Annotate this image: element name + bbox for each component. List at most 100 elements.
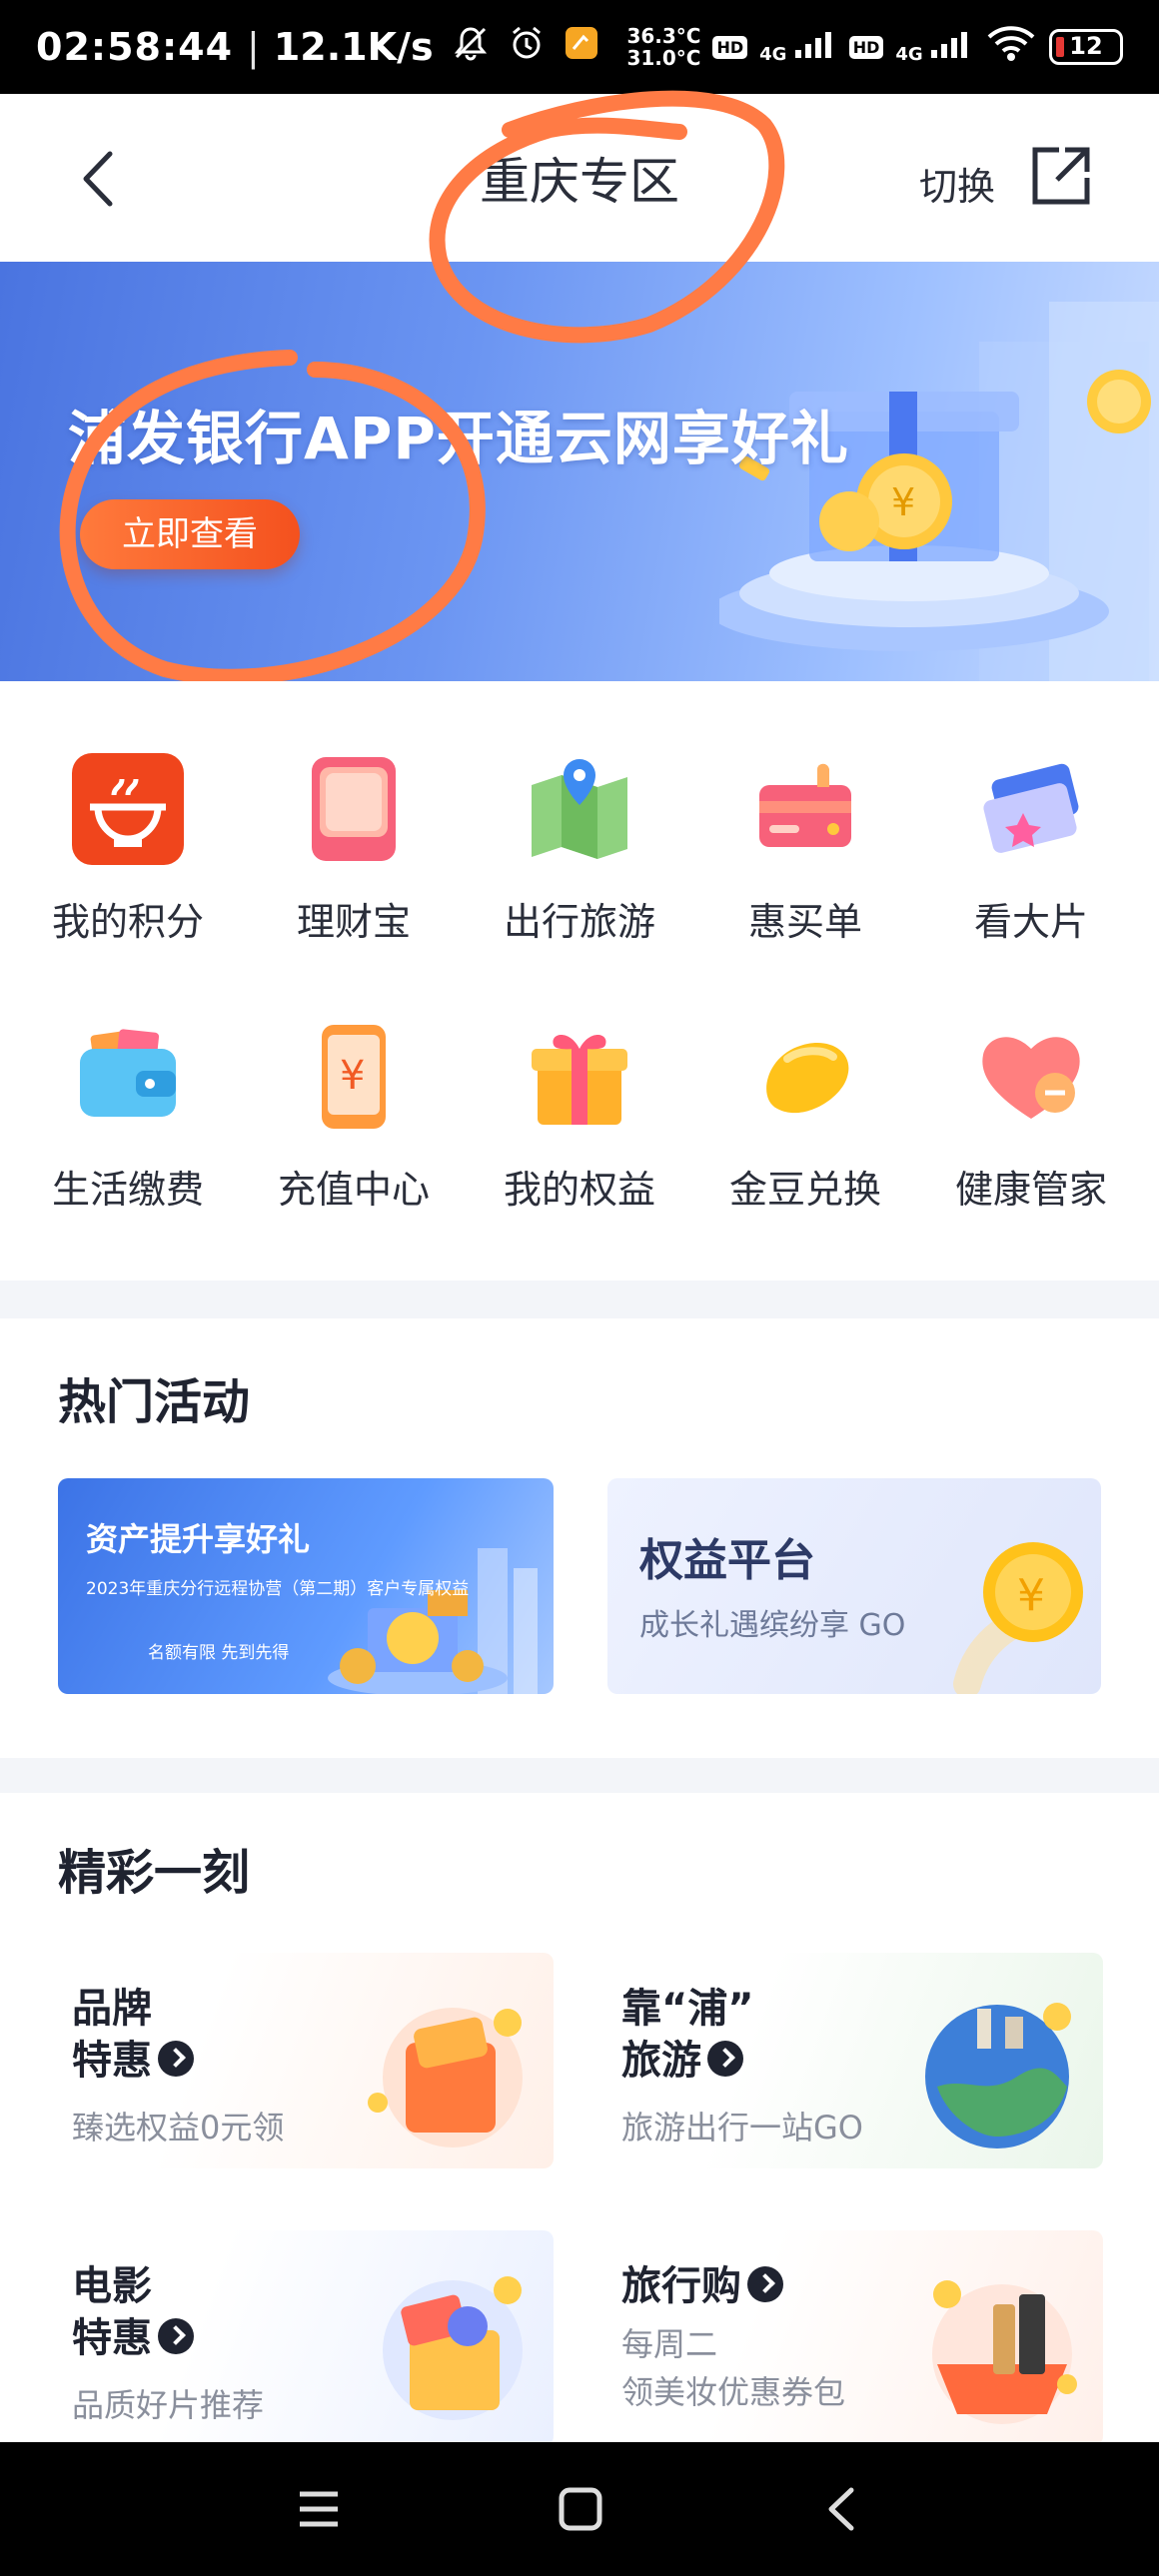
wallet-icon <box>70 1019 186 1135</box>
svg-text:¥: ¥ <box>340 1053 365 1099</box>
card-title-line2: 旅游 <box>621 2038 701 2084</box>
share-icon <box>1032 147 1090 205</box>
grid-item-label: 出行旅游 <box>503 900 655 944</box>
grid-item-travel[interactable]: 出行旅游 <box>464 751 695 946</box>
brand-deals-subtitle: 臻选权益0元领 <box>72 2109 285 2147</box>
benefits-platform-subtitle: 成长礼遇缤纷享 GO <box>639 1608 906 1643</box>
travel-shopping-title: 旅行购 <box>621 2260 783 2312</box>
movie-box-illustration <box>383 2276 523 2420</box>
grid-item-label: 健康管家 <box>954 1168 1107 1212</box>
page-header: 重庆专区 切换 <box>0 94 1159 262</box>
arrow-right-icon <box>707 2041 743 2077</box>
network-type-2: 4G <box>895 44 923 65</box>
arrow-right-icon <box>158 2041 194 2077</box>
grid-item-bills[interactable]: 生活缴费 <box>12 1019 244 1214</box>
points-icon <box>70 751 186 867</box>
moments-title: 精彩一刻 <box>58 1845 251 1901</box>
benefits-platform-card[interactable]: ¥ 权益平台 成长礼遇缤纷享 GO <box>607 1478 1101 1694</box>
card-icon <box>747 751 863 867</box>
cosmetics-illustration <box>932 2280 1077 2424</box>
share-button[interactable] <box>1029 144 1093 208</box>
status-bar: 02:58:44 | 12.1K/s 36.3°C 31.0°C HD 4G H… <box>0 0 1159 94</box>
card-sub-line1: 每周二 <box>621 2325 718 2363</box>
gift-icon <box>522 1019 637 1135</box>
grid-item-movies[interactable]: 看大片 <box>915 751 1147 946</box>
gold-coin-icon: ¥ <box>953 1542 1083 1694</box>
grid-item-label: 我的权益 <box>503 1168 655 1212</box>
grid-item-label: 生活缴费 <box>51 1168 204 1212</box>
travel-shopping-subtitle: 每周二 领美妆优惠券包 <box>621 2320 845 2416</box>
menu-icon[interactable] <box>296 2486 342 2532</box>
grid-item-label: 惠买单 <box>747 900 862 944</box>
switch-region-button[interactable]: 切换 <box>919 156 995 211</box>
notification-app-icon <box>564 25 599 70</box>
card-sub-line2: 领美妆优惠券包 <box>621 2373 846 2411</box>
grid-item-label: 充值中心 <box>277 1168 430 1212</box>
mute-bell-icon <box>452 24 490 71</box>
grid-item-label: 我的积分 <box>51 900 204 944</box>
moments-section: 精彩一刻 品牌 特惠 臻选权益0元领 靠“浦” 旅游 旅游出行一站GO 电影 特… <box>0 1793 1159 2446</box>
grid-item-points[interactable]: 我的积分 <box>12 751 244 946</box>
status-net-speed: 12.1K/s <box>273 25 434 69</box>
grid-item-bean-exchange[interactable]: 金豆兑换 <box>689 1019 921 1214</box>
topup-icon: ¥ <box>296 1019 412 1135</box>
banner-promo-text: 浦发银行APP开通云网享好礼 <box>68 405 849 472</box>
movie-deals-title: 电影 特惠 <box>72 2260 194 2364</box>
travel-card[interactable]: 靠“浦” 旅游 旅游出行一站GO <box>607 1953 1103 2168</box>
signal-2-icon: 4G <box>895 30 973 64</box>
hot-activities-section: 热门活动 资产提升享好礼 2023年重庆分行远程协营（第二期）客户专属权益 名额… <box>0 1318 1159 1758</box>
grid-item-benefits[interactable]: 我的权益 <box>464 1019 695 1214</box>
status-separator: | <box>247 25 260 69</box>
network-type-1: 4G <box>759 44 787 65</box>
arrow-right-icon <box>747 2266 783 2302</box>
system-nav-bar <box>0 2442 1159 2576</box>
heart-icon <box>973 1019 1089 1135</box>
view-now-button[interactable]: 立即查看 <box>80 499 300 569</box>
grid-item-label: 理财宝 <box>296 900 411 944</box>
asset-promo-subtitle: 2023年重庆分行远程协营（第二期）客户专属权益 <box>86 1579 470 1599</box>
asset-promo-note: 名额有限 先到先得 <box>148 1643 290 1663</box>
movie-deals-card[interactable]: 电影 特惠 品质好片推荐 <box>58 2230 554 2446</box>
battery-level: 12 <box>1069 32 1103 60</box>
card-title-line2: 特惠 <box>72 2038 152 2084</box>
grid-item-discount-pay[interactable]: 惠买单 <box>689 751 921 946</box>
shopping-bag-illustration <box>368 2008 523 2147</box>
travel-subtitle: 旅游出行一站GO <box>621 2109 863 2147</box>
gift-pile-illustration <box>328 1548 538 1694</box>
grid-item-label: 金豆兑换 <box>728 1168 881 1212</box>
grid-item-wealth[interactable]: 理财宝 <box>238 751 470 946</box>
battery-indicator: 12 <box>1049 29 1123 65</box>
back-nav-icon[interactable] <box>821 2484 861 2534</box>
svg-text:¥: ¥ <box>1017 1570 1045 1621</box>
wealth-icon <box>296 751 412 867</box>
travel-title: 靠“浦” 旅游 <box>621 1983 754 2087</box>
globe-illustration <box>925 2003 1071 2148</box>
brand-deals-card[interactable]: 品牌 特惠 臻选权益0元领 <box>58 1953 554 2168</box>
home-icon[interactable] <box>558 2486 603 2532</box>
hot-activities-title: 热门活动 <box>58 1374 251 1430</box>
wifi-icon <box>985 23 1037 72</box>
card-title-line1: 品牌 <box>72 1986 152 2032</box>
service-grid: 我的积分 理财宝 出行旅游 惠买单 看大片 生活缴费 ¥ 充值中心 我的权益 金… <box>0 681 1159 1281</box>
card-title-line2: 特惠 <box>72 2315 152 2361</box>
travel-shopping-card[interactable]: 旅行购 每周二 领美妆优惠券包 <box>607 2230 1103 2446</box>
temp-bottom: 31.0°C <box>626 46 701 70</box>
gift-box-illustration: ¥ <box>719 302 1159 681</box>
card-title-line1: 旅行购 <box>621 2263 741 2309</box>
hd-badge-2: HD <box>848 35 884 59</box>
benefits-platform-title: 权益平台 <box>639 1535 815 1586</box>
brand-deals-title: 品牌 特惠 <box>72 1983 194 2087</box>
ticket-icon <box>973 751 1089 867</box>
asset-promo-title: 资产提升享好礼 <box>86 1520 311 1558</box>
svg-text:¥: ¥ <box>891 480 915 524</box>
card-title-line1: 电影 <box>72 2263 152 2309</box>
hd-badge-1: HD <box>712 35 748 59</box>
grid-item-label: 看大片 <box>973 900 1088 944</box>
status-time: 02:58:44 <box>36 25 234 69</box>
grid-item-health[interactable]: 健康管家 <box>915 1019 1147 1214</box>
promo-banner[interactable]: ¥ 浦发银行APP开通云网享好礼 立即查看 <box>0 262 1159 681</box>
bean-icon <box>747 1019 863 1135</box>
grid-item-topup[interactable]: ¥ 充值中心 <box>238 1019 470 1214</box>
asset-promo-card[interactable]: 资产提升享好礼 2023年重庆分行远程协营（第二期）客户专属权益 名额有限 先到… <box>58 1478 554 1694</box>
alarm-icon <box>508 24 546 71</box>
